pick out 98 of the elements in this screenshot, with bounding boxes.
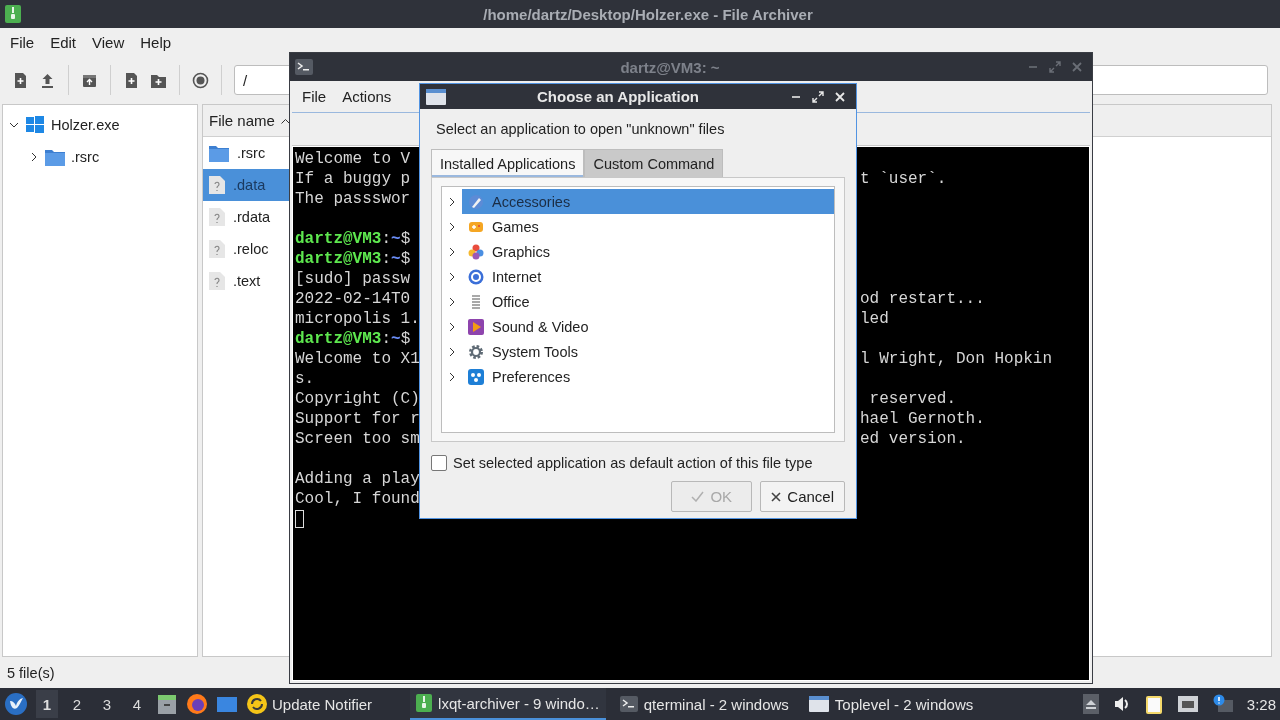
folder-icon — [45, 148, 65, 166]
workspace-button[interactable]: 1 — [36, 690, 58, 718]
workspace-button[interactable]: 2 — [66, 690, 88, 718]
menu-item[interactable]: View — [84, 33, 133, 51]
menu-item[interactable]: File — [294, 88, 335, 105]
stop-icon[interactable] — [192, 71, 209, 89]
add-file-icon[interactable] — [123, 71, 140, 89]
new-file-icon[interactable] — [12, 71, 29, 89]
category-item[interactable]: Games — [462, 214, 834, 239]
terminal-line: micropolis 1. — [295, 309, 420, 329]
window-title: dartz@VM3: ~ — [619, 58, 721, 76]
notification-icon[interactable] — [1212, 694, 1233, 714]
tree-item[interactable]: Holzer.exe — [51, 117, 120, 133]
cancel-button[interactable]: Cancel — [760, 481, 845, 512]
status-text: 5 file(s) — [7, 664, 55, 681]
unknown-file-icon — [209, 208, 225, 226]
terminal-line: If a buggy p — [295, 169, 411, 189]
terminal-prompt: dartz@VM3:~$ — [295, 229, 411, 249]
unknown-file-icon — [209, 240, 225, 258]
file-cabinet-icon[interactable] — [156, 693, 178, 715]
terminal-line: t `user`. — [860, 169, 947, 189]
category-item[interactable]: Internet — [462, 264, 834, 289]
terminal-line: Screen too sm — [295, 429, 420, 449]
file-row[interactable]: .reloc — [203, 233, 289, 265]
tab[interactable]: Custom Command — [584, 149, 724, 177]
network-port-icon[interactable] — [1176, 695, 1199, 713]
terminal-icon — [295, 59, 313, 75]
category-item[interactable]: Office — [462, 289, 834, 314]
terminal-line: s. — [295, 369, 315, 389]
terminal-line: Welcome to V — [295, 149, 411, 169]
category-item[interactable]: System Tools — [462, 339, 834, 364]
terminal-line: reserved. — [868, 389, 956, 409]
category-item[interactable]: Preferences — [462, 364, 834, 389]
terminal-line: Welcome to X1 — [295, 349, 420, 369]
volume-icon[interactable] — [1112, 695, 1131, 713]
unknown-file-icon — [209, 176, 225, 194]
windows-logo-icon — [25, 115, 45, 135]
terminal-line: [sudo] passw — [295, 269, 411, 289]
terminal-line: Cool, I found — [295, 489, 420, 509]
browser-icon[interactable] — [186, 693, 208, 715]
terminal-line: Adding a play — [295, 469, 420, 489]
taskbar-task[interactable]: lxqt-archiver - 9 windo… — [410, 688, 606, 720]
app-icon — [5, 5, 21, 23]
terminal-line: Copyright (C) — [295, 389, 420, 409]
upload-icon[interactable] — [39, 71, 56, 89]
terminal-icon — [619, 696, 638, 712]
dialog-title: Choose an Application — [536, 88, 700, 105]
clipboard-icon[interactable] — [1144, 694, 1163, 714]
close-icon — [771, 491, 782, 502]
window-icon — [808, 696, 829, 712]
menu-item[interactable]: Edit — [42, 33, 85, 51]
checkbox[interactable] — [431, 455, 447, 471]
file-row[interactable]: .text — [203, 265, 289, 297]
notifier-label[interactable]: Update Notifier — [272, 695, 373, 713]
tab[interactable]: Installed Applications — [431, 149, 585, 177]
file-row[interactable]: .rsrc — [203, 137, 289, 169]
palette-icon — [468, 243, 484, 260]
folder-icon — [209, 144, 229, 162]
category-item[interactable]: Graphics — [462, 239, 834, 264]
update-icon[interactable] — [246, 693, 268, 715]
taskbar-task[interactable]: qterminal - 2 windows — [613, 688, 795, 720]
start-menu-icon[interactable] — [4, 692, 28, 716]
terminal-prompt: dartz@VM3:~$ — [295, 249, 411, 269]
file-row[interactable]: .rdata — [203, 201, 289, 233]
terminal-line: led — [860, 309, 889, 329]
terminal-line: Support for r — [295, 409, 420, 429]
pen-tool-icon — [468, 193, 484, 210]
workspace-button[interactable]: 3 — [96, 690, 118, 718]
gear-icon — [468, 343, 484, 360]
screen-icon[interactable] — [216, 694, 238, 714]
unknown-file-icon — [209, 272, 225, 290]
taskbar-task[interactable]: Toplevel - 2 windows — [802, 688, 980, 720]
preferences-icon — [468, 368, 484, 385]
terminal-line: od restart... — [860, 289, 985, 309]
archive-icon — [416, 694, 433, 712]
category-item[interactable]: Sound & Video — [462, 314, 834, 339]
window-title: /home/dartz/Desktop/Holzer.exe - File Archiver — [482, 5, 814, 23]
menu-item[interactable]: Help — [132, 33, 180, 51]
text-cursor — [295, 510, 304, 528]
play-icon — [468, 318, 484, 335]
clock: 3:28 — [1246, 695, 1276, 713]
menu-item[interactable]: File — [2, 33, 43, 51]
category-item[interactable]: Accessories — [462, 189, 834, 214]
workspace-button[interactable]: 4 — [126, 690, 148, 718]
eject-icon[interactable] — [1082, 694, 1099, 714]
check-icon — [691, 491, 705, 502]
menu-item[interactable]: Actions — [334, 88, 400, 105]
terminal-line: ed version. — [860, 429, 966, 449]
globe-icon — [468, 268, 484, 285]
terminal-line: l Wright, Don Hopkin — [860, 349, 1053, 369]
terminal-line: 2022-02-14T0 — [295, 289, 411, 309]
terminal-line: hael Gernoth. — [860, 409, 985, 429]
terminal-prompt: dartz@VM3:~$ — [295, 329, 411, 349]
checkbox-label[interactable]: Set selected application as default action of this file type — [453, 455, 813, 471]
tree-item[interactable]: .rsrc — [71, 149, 100, 165]
instruction-text: Select an application to open "unknown" files — [435, 121, 726, 139]
terminal-line: The passswor — [295, 189, 411, 209]
dialog-icon — [426, 88, 446, 105]
